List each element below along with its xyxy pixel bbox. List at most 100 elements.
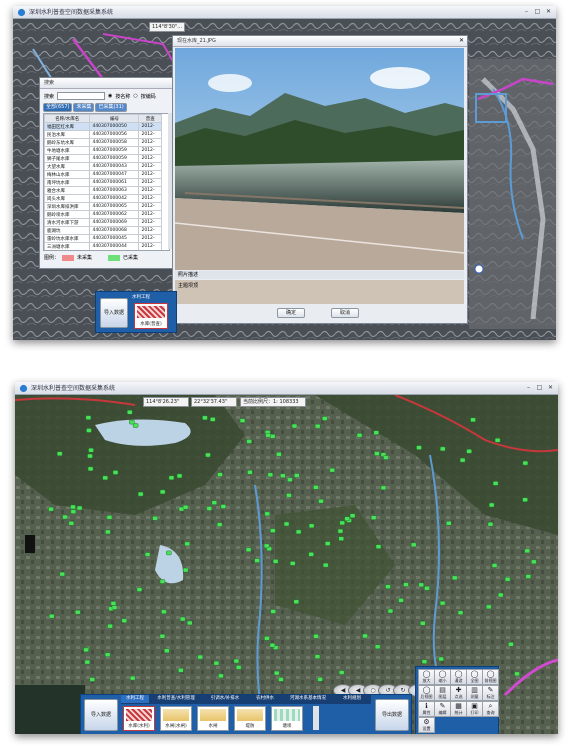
- import-data-button[interactable]: 导入数据: [84, 699, 118, 731]
- reservoir-marker[interactable]: [87, 466, 94, 472]
- reservoir-marker[interactable]: [308, 523, 315, 529]
- reservoir-marker[interactable]: [137, 491, 144, 497]
- reservoir-marker[interactable]: [68, 521, 75, 526]
- minimize-icon[interactable]: –: [522, 8, 531, 16]
- reservoir-marker[interactable]: [182, 567, 189, 573]
- reservoir-marker[interactable]: [338, 536, 344, 541]
- reservoir-marker[interactable]: [159, 633, 166, 639]
- maximize-icon[interactable]: □: [533, 8, 542, 16]
- reservoir-marker[interactable]: [245, 547, 252, 552]
- reservoir-marker[interactable]: [492, 481, 499, 486]
- reservoir-marker[interactable]: [121, 618, 128, 623]
- tab-all[interactable]: 全部(657): [43, 103, 73, 112]
- tab-water-projects[interactable]: 水利工程: [132, 294, 150, 300]
- reservoir-marker[interactable]: [269, 434, 276, 439]
- reservoir-marker[interactable]: [216, 522, 223, 527]
- reservoir-marker[interactable]: [102, 475, 108, 481]
- table-row[interactable]: 福田区红水库 440307000050 2012-: [44, 122, 162, 131]
- search-input[interactable]: [57, 92, 106, 100]
- reservoir-marker[interactable]: [276, 452, 282, 457]
- reservoir-marker[interactable]: [70, 509, 77, 514]
- reservoir-marker[interactable]: [525, 574, 532, 579]
- reservoir-marker[interactable]: [104, 652, 111, 657]
- reservoir-marker[interactable]: [202, 415, 208, 421]
- reservoir-marker[interactable]: [129, 419, 135, 425]
- import-data-button[interactable]: 导入数据: [100, 298, 128, 328]
- reservoir-marker[interactable]: [451, 575, 458, 581]
- reservoir-marker[interactable]: [235, 665, 242, 670]
- reservoir-marker[interactable]: [457, 610, 464, 615]
- tab-collected[interactable]: 未采集: [73, 103, 95, 112]
- map-tool-button[interactable]: ▦ 统计: [450, 701, 467, 717]
- ok-button[interactable]: 确定: [277, 308, 305, 318]
- dike-tool[interactable]: 堤防: [234, 706, 266, 731]
- reservoir-marker[interactable]: [514, 671, 520, 677]
- reservoir-marker[interactable]: [470, 417, 476, 423]
- tab-water-planning[interactable]: 水利规划: [335, 695, 369, 703]
- reservoir-marker[interactable]: [295, 529, 302, 535]
- reservoir-marker[interactable]: [344, 516, 350, 522]
- reservoir-marker[interactable]: [270, 609, 276, 614]
- table-row[interactable]: 雷岭坑水库水库 440307000045 2012-: [44, 234, 162, 243]
- reservoir-marker[interactable]: [105, 529, 111, 535]
- tab-water-diversion[interactable]: 引调水/补排水: [203, 695, 247, 703]
- column-header[interactable]: 名称/水库名: [44, 114, 91, 123]
- tab-water-projects[interactable]: 水利工程: [121, 695, 149, 703]
- reservoir-marker[interactable]: [270, 528, 276, 533]
- reservoir-marker[interactable]: [362, 633, 368, 639]
- reservoir-marker[interactable]: [205, 452, 211, 458]
- reservoir-marker[interactable]: [370, 515, 377, 520]
- reservoir-marker[interactable]: [264, 511, 271, 517]
- reservoir-marker[interactable]: [48, 506, 54, 512]
- reservoir-marker[interactable]: [247, 470, 253, 475]
- reservoir-marker[interactable]: [106, 515, 113, 520]
- reservoir-marker[interactable]: [337, 528, 344, 534]
- reservoir-marker[interactable]: [356, 433, 363, 438]
- reservoir-marker[interactable]: [136, 587, 143, 592]
- reservoir-marker[interactable]: [322, 416, 328, 421]
- tab-rural-water-supply[interactable]: 农村供水: [249, 695, 281, 703]
- reservoir-marker[interactable]: [318, 498, 324, 504]
- radio-by-name[interactable]: ◉: [108, 93, 112, 99]
- map-tool-button[interactable]: ▥ 测量: [466, 685, 483, 701]
- reservoir-marker[interactable]: [494, 438, 501, 443]
- toolbar-scrollbar[interactable]: [313, 706, 319, 730]
- reservoir-marker[interactable]: [508, 642, 514, 647]
- table-row[interactable]: 岗头水库 440307000042 2012-: [44, 194, 162, 203]
- reservoir-marker[interactable]: [280, 473, 286, 478]
- reservoir-marker[interactable]: [380, 485, 387, 491]
- reservoir-marker[interactable]: [459, 457, 466, 463]
- reservoir-marker[interactable]: [164, 648, 170, 653]
- reservoir-marker[interactable]: [263, 543, 270, 549]
- reservoir-marker[interactable]: [75, 609, 81, 615]
- table-row[interactable]: 鹿湖坑 440307000068 2012-: [44, 226, 162, 235]
- reservoir-marker[interactable]: [176, 473, 183, 479]
- close-icon[interactable]: ✕: [544, 8, 553, 16]
- reservoir-marker[interactable]: [89, 677, 95, 682]
- reservoir-marker[interactable]: [398, 598, 404, 603]
- reservoir-marker[interactable]: [424, 586, 430, 591]
- reservoir-marker[interactable]: [283, 521, 290, 527]
- reservoir-marker[interactable]: [233, 658, 240, 664]
- reservoir-marker[interactable]: [186, 620, 193, 626]
- gate-tool[interactable]: 水闸: [197, 706, 229, 731]
- reservoir-marker[interactable]: [246, 439, 252, 444]
- reservoir-marker[interactable]: [218, 673, 224, 679]
- reservoir-marker[interactable]: [531, 559, 537, 565]
- reservoir-marker[interactable]: [254, 558, 260, 563]
- reservoir-marker[interactable]: [129, 675, 136, 681]
- reservoir-marker[interactable]: [387, 608, 394, 614]
- reservoir-marker[interactable]: [217, 472, 223, 477]
- reservoir-marker[interactable]: [264, 636, 270, 641]
- reservoir-marker[interactable]: [420, 621, 426, 626]
- map-tool-button[interactable]: ◯ 放大: [418, 669, 435, 685]
- reservoir-marker[interactable]: [88, 447, 94, 453]
- reservoir-marker[interactable]: [210, 417, 216, 422]
- reservoir-marker[interactable]: [438, 656, 444, 662]
- reservoir-marker[interactable]: [85, 415, 92, 420]
- reservoir-marker[interactable]: [272, 559, 279, 564]
- table-row[interactable]: 三洲塘水库 440307000044 2012-: [44, 242, 162, 250]
- reservoir-tool[interactable]: 水库(普查): [134, 303, 168, 329]
- table-row[interactable]: 狮子尾水库 440307000059 2012-: [44, 154, 162, 163]
- reservoir-marker[interactable]: [446, 521, 452, 526]
